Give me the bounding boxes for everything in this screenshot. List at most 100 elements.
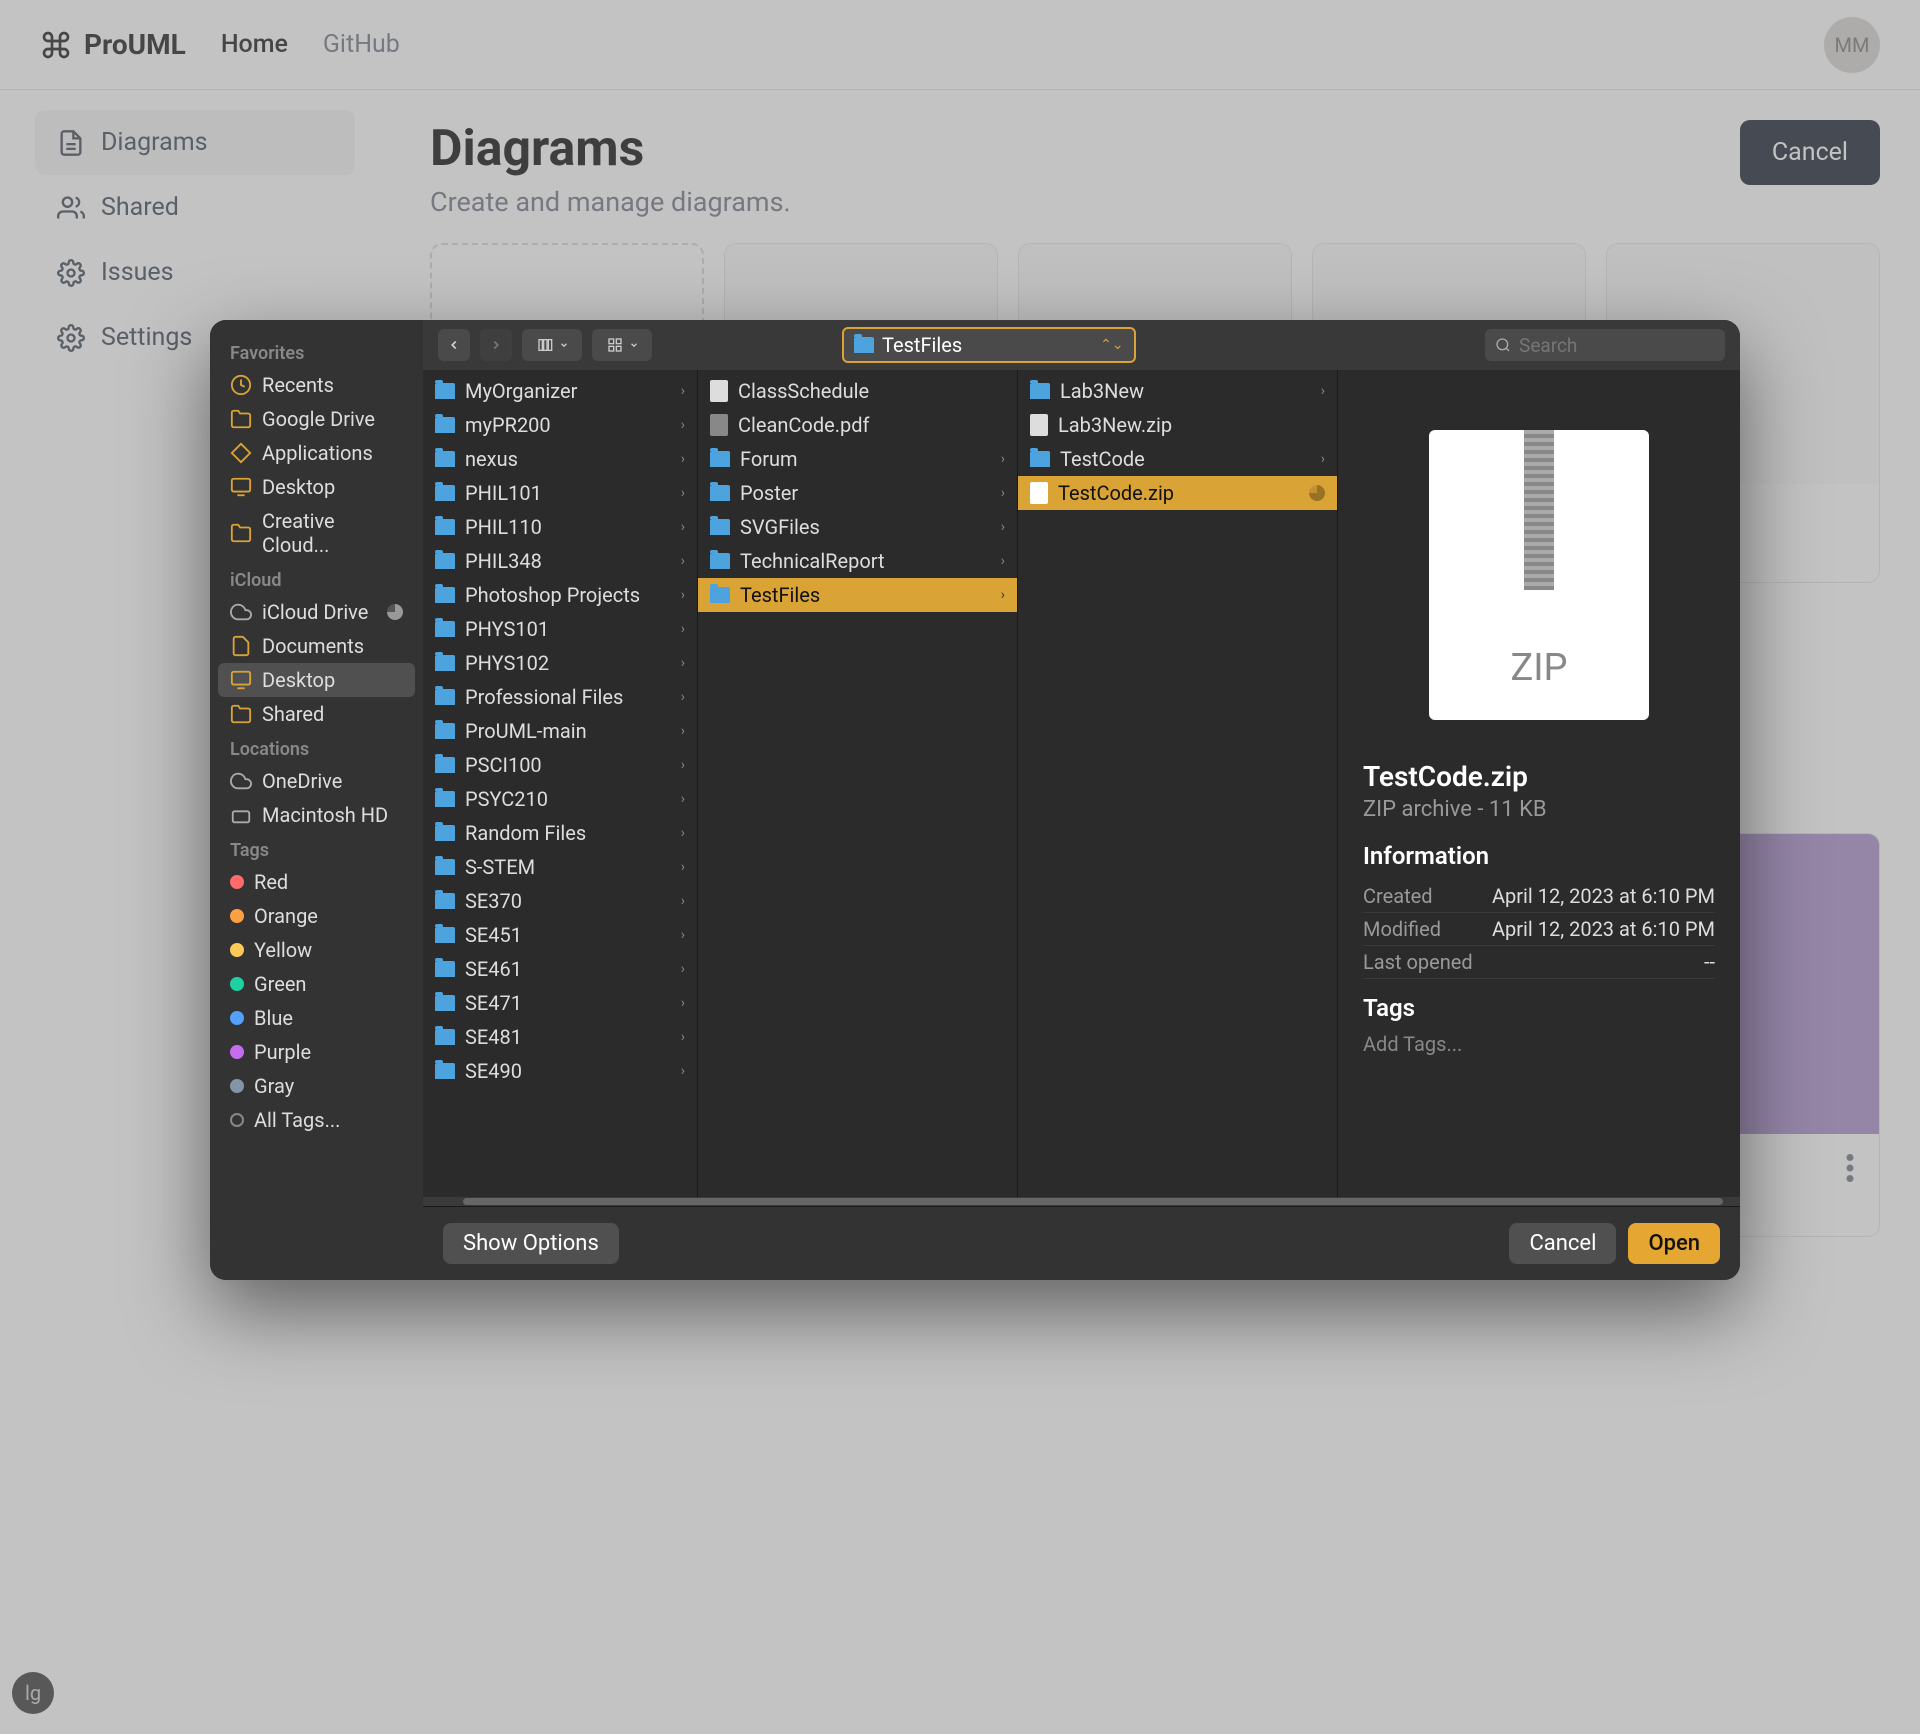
browser-item[interactable]: SE451›	[423, 918, 697, 952]
show-options-button[interactable]: Show Options	[443, 1223, 619, 1264]
tag-label: Gray	[254, 1074, 294, 1098]
item-label: Lab3New	[1060, 379, 1144, 403]
chevron-right-icon: ›	[681, 451, 685, 467]
dialog-sidebar-item[interactable]: Creative Cloud...	[218, 504, 415, 562]
search-input[interactable]	[1519, 334, 1715, 357]
chevron-updown-icon: ⌃⌄	[1100, 337, 1123, 353]
browser-item[interactable]: PHIL110›	[423, 510, 697, 544]
browser-item[interactable]: PHIL101›	[423, 476, 697, 510]
tag-item[interactable]: All Tags...	[218, 1103, 415, 1137]
browser-item[interactable]: Random Files›	[423, 816, 697, 850]
browser-column-2[interactable]: ClassScheduleCleanCode.pdfForum›Poster›S…	[698, 370, 1018, 1197]
tag-label: Blue	[254, 1006, 293, 1030]
browser-item[interactable]: Photoshop Projects›	[423, 578, 697, 612]
folder-icon	[435, 859, 455, 875]
item-label: Random Files	[465, 821, 586, 845]
folder-icon	[435, 417, 455, 433]
doc-icon	[230, 635, 252, 657]
browser-item[interactable]: Poster›	[698, 476, 1017, 510]
tag-item[interactable]: Purple	[218, 1035, 415, 1069]
browser-item[interactable]: SE461›	[423, 952, 697, 986]
dialog-sidebar-item[interactable]: iCloud Drive	[218, 595, 415, 629]
path-crumb[interactable]: TestFiles ⌃⌄	[842, 327, 1136, 363]
dialog-sidebar-item[interactable]: Desktop	[218, 663, 415, 697]
path-label: TestFiles	[882, 333, 962, 357]
browser-item[interactable]: Lab3New›	[1018, 374, 1337, 408]
browser-item[interactable]: TestCode›	[1018, 442, 1337, 476]
browser-item[interactable]: PHIL348›	[423, 544, 697, 578]
dialog-open-button[interactable]: Open	[1628, 1223, 1720, 1264]
browser-item[interactable]: MyOrganizer ›	[423, 374, 697, 408]
browser-item[interactable]: TechnicalReport›	[698, 544, 1017, 578]
browser-item[interactable]: TestCode.zip	[1018, 476, 1337, 510]
tag-label: All Tags...	[254, 1108, 340, 1132]
dialog-sidebar-item[interactable]: Desktop	[218, 470, 415, 504]
folder-icon	[435, 723, 455, 739]
browser-item[interactable]: S-STEM›	[423, 850, 697, 884]
preview-filename: TestCode.zip	[1363, 760, 1715, 793]
tag-item[interactable]: Gray	[218, 1069, 415, 1103]
folder-icon	[435, 1029, 455, 1045]
dialog-sidebar-item[interactable]: Applications	[218, 436, 415, 470]
dialog-sidebar-item[interactable]: Documents	[218, 629, 415, 663]
browser-item[interactable]: ClassSchedule	[698, 374, 1017, 408]
browser-item[interactable]: ProUML-main›	[423, 714, 697, 748]
browser-item[interactable]: CleanCode.pdf	[698, 408, 1017, 442]
add-tags-field[interactable]: Add Tags...	[1363, 1032, 1715, 1056]
folder-icon	[435, 485, 455, 501]
desktop-icon	[230, 476, 252, 498]
dialog-cancel-button[interactable]: Cancel	[1509, 1223, 1616, 1264]
tag-item[interactable]: Red	[218, 865, 415, 899]
browser-item[interactable]: PSCI100›	[423, 748, 697, 782]
tag-item[interactable]: Orange	[218, 899, 415, 933]
browser-item[interactable]: SE481›	[423, 1020, 697, 1054]
dialog-sidebar-item[interactable]: Macintosh HD	[218, 798, 415, 832]
horizontal-scrollbar[interactable]	[423, 1197, 1740, 1206]
preview-tags-heading: Tags	[1363, 994, 1715, 1022]
browser-item[interactable]: SE370›	[423, 884, 697, 918]
view-columns-button[interactable]	[522, 329, 582, 361]
browser-item[interactable]: SE490›	[423, 1054, 697, 1088]
folder-icon	[1030, 383, 1050, 399]
browser-item[interactable]: TestFiles›	[698, 578, 1017, 612]
folder-icon	[710, 451, 730, 467]
item-label: myPR200	[465, 413, 551, 437]
group-button[interactable]	[592, 329, 652, 361]
browser-item[interactable]: Professional Files›	[423, 680, 697, 714]
browser-item[interactable]: nexus›	[423, 442, 697, 476]
item-label: TestFiles	[740, 583, 820, 607]
browser-item[interactable]: PHYS101›	[423, 612, 697, 646]
document-icon	[710, 380, 728, 402]
browser-item[interactable]: SE471›	[423, 986, 697, 1020]
item-label: SE370	[465, 889, 522, 913]
browser-item[interactable]: SVGFiles›	[698, 510, 1017, 544]
browser-item[interactable]: myPR200›	[423, 408, 697, 442]
tag-item[interactable]: Yellow	[218, 933, 415, 967]
dialog-sidebar-item[interactable]: Google Drive	[218, 402, 415, 436]
tag-item[interactable]: Green	[218, 967, 415, 1001]
folder-icon	[435, 961, 455, 977]
browser-item[interactable]: Lab3New.zip	[1018, 408, 1337, 442]
chevron-right-icon: ›	[1001, 451, 1005, 467]
preview-filetype: ZIP archive - 11 KB	[1363, 797, 1715, 822]
chevron-right-icon: ›	[681, 383, 685, 399]
back-button[interactable]	[438, 329, 470, 361]
chevron-right-icon: ›	[681, 689, 685, 705]
folder-icon	[435, 791, 455, 807]
item-label: MyOrganizer	[465, 379, 577, 403]
dialog-sidebar-item[interactable]: Recents	[218, 368, 415, 402]
tag-dot-icon	[230, 977, 244, 991]
browser-column-3[interactable]: Lab3New›Lab3New.zipTestCode›TestCode.zip	[1018, 370, 1338, 1197]
browser-item[interactable]: PSYC210›	[423, 782, 697, 816]
tag-item[interactable]: Blue	[218, 1001, 415, 1035]
dialog-sidebar-item[interactable]: OneDrive	[218, 764, 415, 798]
zip-icon	[1030, 414, 1048, 436]
browser-item[interactable]: PHYS102›	[423, 646, 697, 680]
search-box[interactable]	[1485, 329, 1725, 361]
item-label: PHIL101	[465, 481, 542, 505]
dialog-sidebar-item[interactable]: Shared	[218, 697, 415, 731]
sidebar-item-label: Google Drive	[262, 407, 375, 431]
browser-item[interactable]: Forum›	[698, 442, 1017, 476]
forward-button[interactable]	[480, 329, 512, 361]
browser-column-1[interactable]: MyOrganizer›myPR200›nexus›PHIL101›PHIL11…	[423, 370, 698, 1197]
